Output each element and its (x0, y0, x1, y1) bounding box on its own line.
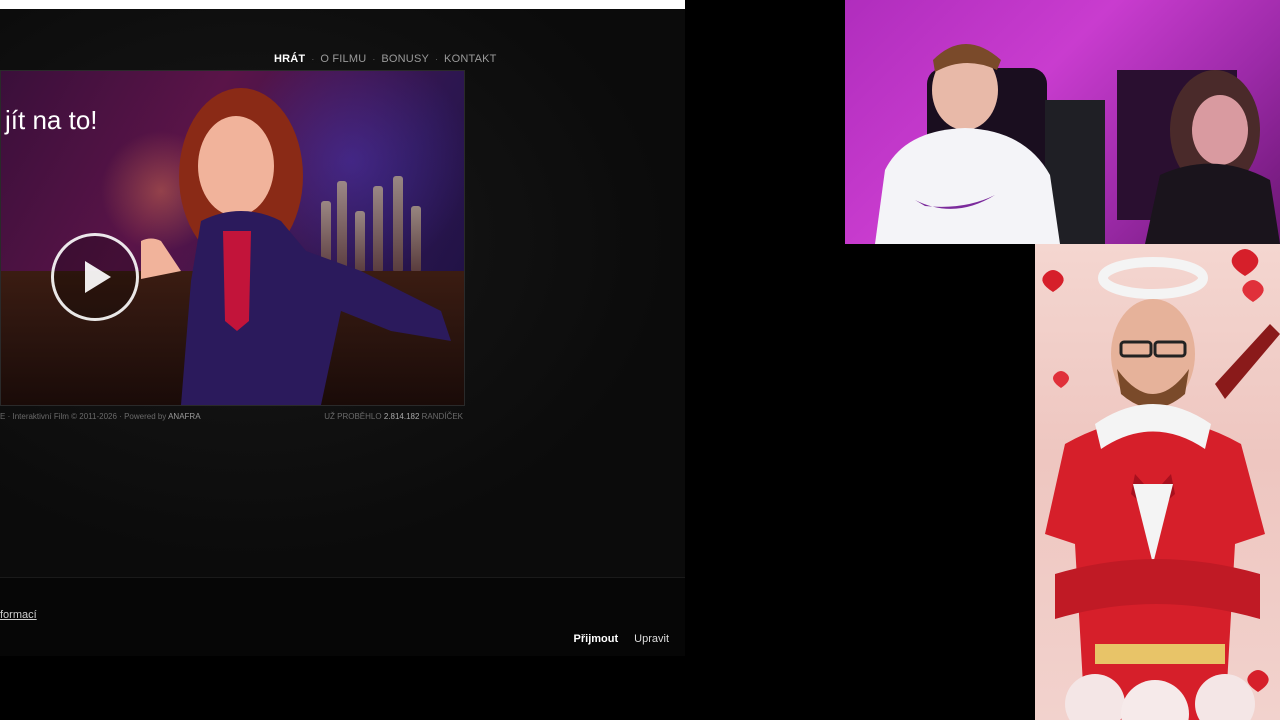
cookie-accept-button[interactable]: Přijmout (574, 633, 619, 645)
play-button[interactable] (51, 233, 139, 321)
cupid-image (1042, 249, 1280, 720)
cookie-buttons: Přijmout Upravit (574, 633, 669, 645)
footer-powered-by-brand[interactable]: ANAFRA (168, 412, 200, 421)
webcam-overlay-streamers (845, 0, 1280, 244)
nav-item-about-film[interactable]: O FILMU (320, 53, 366, 65)
cookie-info-link[interactable]: formací (0, 609, 37, 621)
nav-item-contact[interactable]: KONTAKT (444, 53, 497, 65)
site-footer: E · Interaktivní Film © 2011-2026 · Powe… (0, 412, 463, 421)
footer-copyright: Interaktivní Film © 2011-2026 (12, 412, 117, 421)
dates-counter-value: 2.814.182 (383, 412, 420, 421)
dates-counter-suffix: RANDÍČEK (421, 412, 463, 421)
website-panel: HRÁT · O FILMU · BONUSY · KONTAKT jít na… (0, 9, 685, 577)
streamers-image (875, 44, 1280, 244)
footer-prefix: E (0, 412, 6, 421)
nav-separator: · (311, 54, 315, 64)
webcam-overlay-cupid (1035, 244, 1280, 720)
nav-separator: · (372, 54, 376, 64)
dates-counter-prefix: UŽ PROBĚHLO (324, 412, 382, 421)
nav-item-play[interactable]: HRÁT (274, 53, 305, 65)
main-nav: HRÁT · O FILMU · BONUSY · KONTAKT (274, 53, 497, 65)
actress-image (141, 88, 451, 405)
hero-video[interactable]: jít na to! (0, 70, 465, 406)
hero-title: jít na to! (5, 105, 98, 135)
cookie-bar: formací Přijmout Upravit (0, 577, 685, 656)
nav-separator: · (435, 54, 439, 64)
browser-top-strip (0, 0, 685, 9)
play-icon (85, 261, 111, 293)
footer-powered-by: Powered by (124, 412, 167, 421)
cookie-edit-button[interactable]: Upravit (634, 633, 669, 645)
nav-item-bonuses[interactable]: BONUSY (381, 53, 429, 65)
